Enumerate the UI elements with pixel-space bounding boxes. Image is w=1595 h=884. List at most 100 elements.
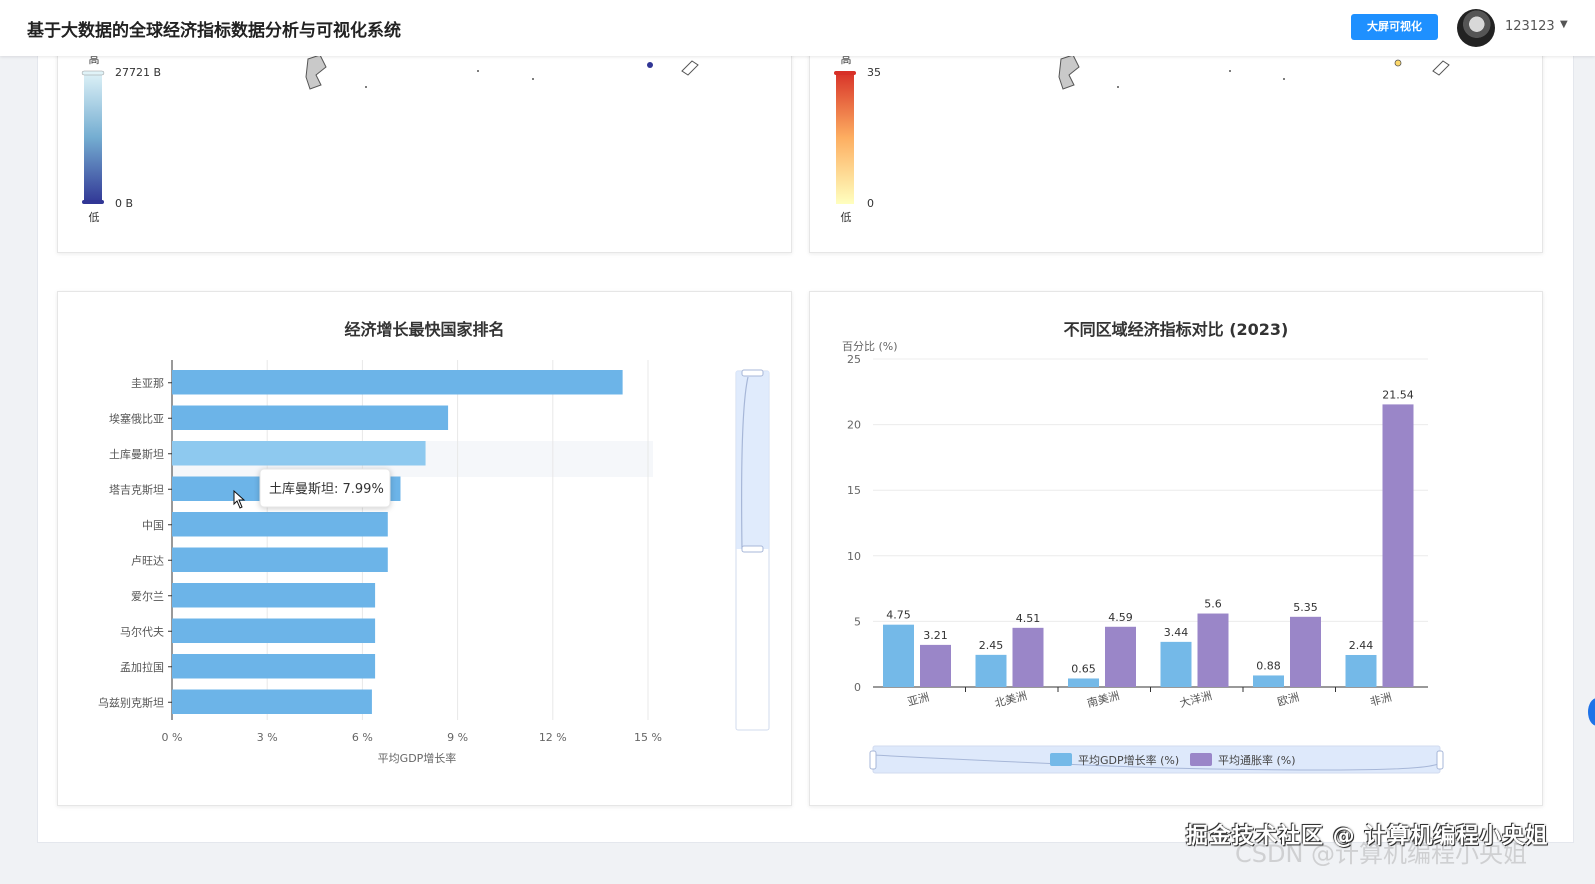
map-landmass — [681, 60, 699, 76]
growth-ranking-panel: 经济增长最快国家排名 圭亚那 埃塞俄比亚 土库曼斯坦 塔吉克斯坦 中国 卢旺达 爱尔兰 马尔代… — [57, 291, 792, 806]
y-tick-label: 马尔代夫 — [120, 625, 164, 638]
legend-label[interactable]: 平均通胀率 (%) — [1218, 753, 1296, 767]
x-tick-label: 欧洲 — [1276, 690, 1301, 708]
zoom-handle-left[interactable] — [869, 750, 877, 770]
bar[interactable] — [172, 689, 372, 715]
visual-map-handle-bottom[interactable] — [82, 200, 104, 204]
avatar[interactable] — [1457, 9, 1495, 47]
y-tick-label: 卢旺达 — [131, 554, 164, 567]
inflation-map: 高 35 0 低 — [834, 52, 1450, 224]
visual-map-handle-top[interactable] — [834, 71, 856, 75]
map-landmass — [647, 62, 653, 68]
data-label: 0.65 — [1071, 662, 1096, 675]
y-tick-label: 乌兹别克斯坦 — [98, 695, 164, 709]
data-label: 4.59 — [1108, 611, 1133, 624]
data-label: 5.6 — [1204, 598, 1222, 611]
data-label: 4.51 — [1016, 612, 1041, 625]
legend-max-label: 27721 B — [115, 66, 161, 79]
x-tick-label: 南美洲 — [1086, 689, 1121, 710]
growth-bar-chart: 圭亚那埃塞俄比亚土库曼斯坦塔吉克斯坦中国卢旺达爱尔兰马尔代夫孟加拉国乌兹别克斯坦… — [98, 360, 770, 765]
y-tick-label: 中国 — [142, 519, 164, 532]
y-tick-label: 15 — [847, 484, 861, 497]
bar[interactable] — [1345, 654, 1377, 687]
x-tick-label: 15 % — [634, 731, 662, 744]
bar[interactable] — [1160, 641, 1192, 687]
y-tick-label: 爱尔兰 — [131, 590, 164, 603]
legend-label[interactable]: 平均GDP增长率 (%) — [1078, 753, 1179, 767]
big-screen-button[interactable]: 大屏可视化 — [1351, 14, 1438, 40]
map-landmass — [1058, 54, 1080, 90]
bar[interactable] — [1290, 616, 1321, 687]
legend-low-label: 低 — [841, 211, 852, 224]
visual-map-bar[interactable] — [84, 71, 102, 204]
y-tick-label: 圭亚那 — [131, 377, 164, 390]
y-tick-label: 5 — [854, 615, 861, 628]
gdp-map-panel: 高 27721 B 0 B 低 — [57, 40, 792, 253]
y-axis-title: 百分比 (%) — [842, 340, 898, 353]
data-label: 3.21 — [923, 629, 948, 642]
bar[interactable] — [920, 644, 951, 687]
bar[interactable] — [172, 512, 388, 537]
top-bar: 基于大数据的全球经济指标数据分析与可视化系统 大屏可视化 123123 ▼ — [0, 0, 1595, 56]
x-tick-label: 大洋洲 — [1178, 688, 1213, 710]
data-label: 2.44 — [1349, 639, 1374, 652]
zoom-handle-bottom[interactable] — [741, 545, 764, 553]
zoom-handle-top[interactable] — [741, 369, 764, 377]
y-tick-label: 土库曼斯坦 — [109, 447, 164, 461]
y-tick-label: 10 — [847, 550, 861, 563]
chevron-down-icon[interactable]: ▼ — [1560, 19, 1568, 30]
y-tick-label: 25 — [847, 353, 861, 366]
y-tick-label: 塔吉克斯坦 — [109, 482, 164, 496]
visual-map-handle-top[interactable] — [81, 70, 105, 76]
bar[interactable] — [1382, 404, 1414, 687]
visual-map-bar[interactable] — [836, 71, 854, 204]
map-landmass — [305, 54, 327, 90]
bar[interactable] — [1253, 675, 1284, 687]
bar[interactable] — [1012, 627, 1044, 687]
x-tick-label: 9 % — [447, 731, 468, 744]
bar[interactable] — [883, 624, 914, 687]
bar[interactable] — [172, 547, 388, 573]
legend-min-label: 0 B — [115, 197, 133, 210]
data-label: 3.44 — [1164, 626, 1189, 639]
legend-swatch[interactable] — [1190, 753, 1212, 766]
bar[interactable] — [975, 654, 1007, 687]
legend-swatch[interactable] — [1050, 753, 1072, 766]
x-tick-label: 北美洲 — [993, 689, 1028, 710]
floating-action-button[interactable] — [1588, 698, 1595, 726]
data-label: 4.75 — [886, 609, 911, 622]
bar[interactable] — [172, 405, 449, 431]
bar-tooltip: 土库曼斯坦: 7.99% — [259, 468, 391, 508]
data-label: 21.54 — [1382, 388, 1414, 401]
bar[interactable] — [172, 583, 376, 608]
region-comparison-panel: 不同区域经济指标对比 (2023) 百分比 (%) 0 5 10 15 20 25 4.7… — [809, 291, 1543, 806]
username[interactable]: 123123 — [1505, 19, 1555, 34]
x-tick-label: 0 % — [162, 731, 183, 744]
app-title: 基于大数据的全球经济指标数据分析与可视化系统 — [27, 21, 401, 41]
bar[interactable] — [172, 441, 426, 466]
x-tick-label: 非洲 — [1369, 690, 1394, 708]
region-bar-chart: 百分比 (%) 0 5 10 15 20 25 4.75 3.21 2.45 4.51 0.65 4… — [842, 340, 1444, 774]
y-tick-label: 孟加拉国 — [120, 660, 164, 674]
legend-max-label: 35 — [867, 66, 881, 79]
zoom-handle-right[interactable] — [1436, 750, 1444, 770]
juejin-watermark: 掘金技术社区 @ 计算机编程小央姐 — [1186, 824, 1549, 849]
bar[interactable] — [1068, 678, 1099, 687]
vertical-zoom-window[interactable] — [736, 371, 769, 549]
gdp-map: 高 27721 B 0 B 低 — [81, 52, 699, 224]
data-label: 2.45 — [979, 639, 1004, 652]
bar[interactable] — [172, 618, 376, 644]
bar[interactable] — [1105, 626, 1136, 687]
bar[interactable] — [172, 370, 623, 395]
bar[interactable] — [172, 654, 376, 679]
x-tick-label: 12 % — [539, 731, 567, 744]
data-label: 5.35 — [1293, 601, 1318, 614]
tooltip-text: 土库曼斯坦: 7.99% — [269, 481, 384, 497]
y-tick-label: 0 — [854, 681, 861, 694]
x-tick-label: 6 % — [352, 731, 373, 744]
data-label: 0.88 — [1256, 659, 1281, 672]
bar[interactable] — [1197, 613, 1229, 687]
map-landmass — [1394, 59, 1402, 67]
y-tick-label: 20 — [847, 419, 861, 432]
map-landmass — [1432, 60, 1450, 76]
